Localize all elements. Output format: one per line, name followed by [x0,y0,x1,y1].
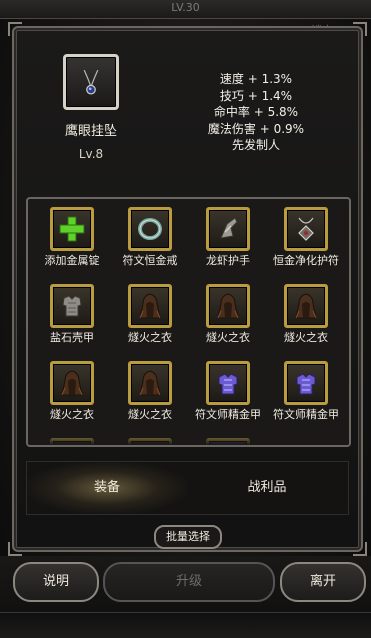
plus-icon [50,207,94,251]
frame-corner [8,542,22,556]
stat-line: 速度 + 1.3% [219,72,293,86]
bottom-strip [0,612,371,638]
item-name: 鹰眼挂坠 [64,124,117,139]
item-label: 燧火之衣 [206,331,250,344]
tab-loot[interactable]: 战利品 [187,462,347,514]
cloak-icon [284,284,328,328]
grid-fade [28,431,349,445]
help-button[interactable]: 说明 [13,562,99,602]
chest-armor-icon [50,284,94,328]
inventory-item[interactable]: 符文恒金戒 [110,207,190,283]
frame-corner [353,542,367,556]
upgrade-button[interactable]: 升级 [103,562,275,602]
item-label: 龙虾护手 [206,254,250,267]
inventory-item[interactable]: 燧火之衣 [110,361,190,437]
item-header: 鹰眼挂坠 Lv.8 [56,54,126,161]
stat-line: 先发制人 [231,138,280,152]
inventory-item[interactable]: 盐石壳甲 [32,284,112,360]
inventory-item[interactable]: 符文师精金甲 [266,361,346,437]
inventory-item[interactable]: 燧火之衣 [266,284,346,360]
inventory-tabs: 装备 战利品 [26,461,349,515]
stat-line: 魔法伤害 + 0.9% [207,121,305,136]
item-stats: 速度 + 1.3% 技巧 + 1.4% 命中率 + 5.8% 魔法伤害 + 0.… [188,71,324,154]
inventory-item[interactable]: 燧火之衣 [32,361,112,437]
cloak-icon [50,361,94,405]
item-label: 符文师精金甲 [273,408,339,421]
item-level: Lv.8 [78,147,104,161]
item-label: 盐石壳甲 [50,331,94,344]
leave-button[interactable]: 离开 [280,562,366,602]
inventory-item[interactable]: 燧火之衣 [188,284,268,360]
tab-equipment[interactable]: 装备 [27,462,187,514]
inventory-item[interactable]: 燧火之衣 [110,284,190,360]
cloak-icon [128,361,172,405]
ring-icon [128,207,172,251]
inventory-item[interactable]: 恒金净化护符 [266,207,346,283]
player-level: LV.30 [171,1,200,14]
item-label: 添加金属锭 [44,254,100,267]
frame-corner [8,22,22,36]
gauntlet-icon [206,207,250,251]
item-label: 燧火之衣 [128,408,172,421]
item-label: 燧火之衣 [284,331,328,344]
rune-armor-icon [206,361,250,405]
pendant-icon[interactable] [63,54,119,110]
stat-line: 命中率 + 5.8% [213,105,299,119]
amulet-icon [284,207,328,251]
inventory-item[interactable]: 龙虾护手 [188,207,268,283]
frame-corner [353,22,367,36]
batch-select-button[interactable]: 批量选择 [154,525,222,549]
rune-armor-icon [284,361,328,405]
item-label: 燧火之衣 [50,408,94,421]
item-label: 符文师精金甲 [195,408,261,421]
cloak-icon [206,284,250,328]
item-label: 燧火之衣 [128,331,172,344]
stat-line: 技巧 + 1.4% [219,88,293,103]
material-grid[interactable]: 添加金属锭 符文恒金戒 龙虾护手 恒金净化护符 盐石壳甲 燧火之衣 燧火之衣 燧火之衣 燧火之衣… [26,197,351,447]
item-label: 恒金净化护符 [273,254,339,267]
inventory-item[interactable]: 添加金属锭 [32,207,112,283]
cloak-icon [128,284,172,328]
item-label: 符文恒金戒 [122,254,178,267]
inventory-item[interactable]: 符文师精金甲 [188,361,268,437]
